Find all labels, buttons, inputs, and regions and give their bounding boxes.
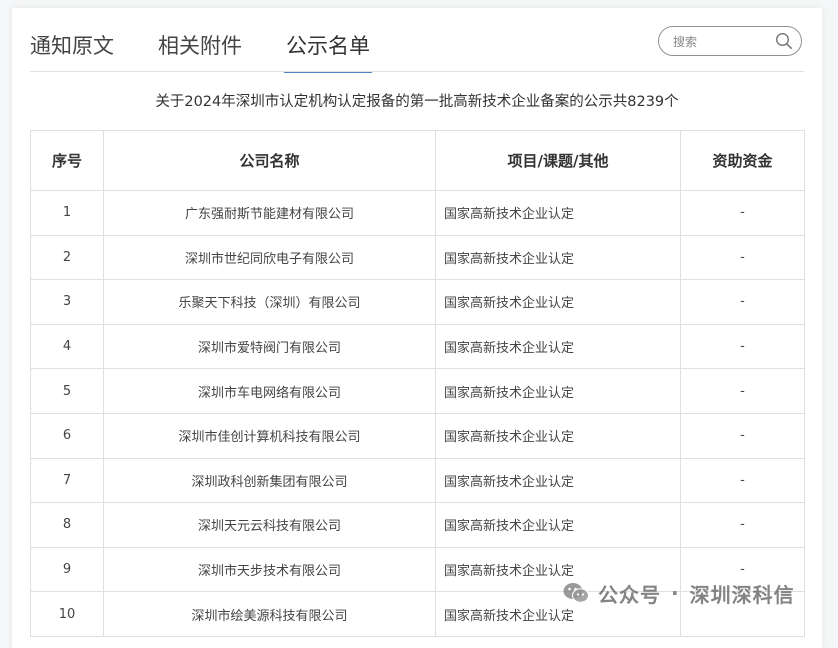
table-row: 7 深圳政科创新集团有限公司 国家高新技术企业认定 - (30, 457, 805, 504)
cell-project: 国家高新技术企业认定 (435, 457, 681, 504)
tab-public-list[interactable]: 公示名单 (284, 18, 372, 73)
cell-funding: - (680, 234, 805, 281)
cell-index: 8 (30, 502, 104, 548)
cell-index: 7 (30, 457, 104, 504)
cell-company: 深圳天元云科技有限公司 (103, 502, 436, 548)
cell-project: 国家高新技术企业认定 (435, 412, 681, 459)
cell-funding: - (680, 279, 805, 325)
tab-notice-original[interactable]: 通知原文 (30, 18, 114, 70)
watermark-separator: · (671, 581, 680, 605)
header-index: 序号 (30, 130, 104, 191)
wechat-icon (563, 583, 589, 603)
search-box (658, 26, 802, 56)
watermark: 公众号 · 深圳深科信 (562, 578, 795, 608)
table-row: 4 深圳市爱特阀门有限公司 国家高新技术企业认定 - (30, 323, 805, 370)
tab-bar: 通知原文 相关附件 公示名单 (30, 18, 414, 73)
cell-index: 4 (30, 323, 104, 370)
cell-funding: - (680, 412, 805, 459)
table-row: 8 深圳天元云科技有限公司 国家高新技术企业认定 - (30, 502, 805, 548)
cell-company: 深圳市车电网络有限公司 (103, 368, 436, 414)
table-header-row: 序号 公司名称 项目/课题/其他 资助资金 (30, 130, 805, 191)
cell-index: 10 (30, 591, 104, 637)
cell-company: 深圳市天步技术有限公司 (103, 546, 436, 593)
cell-company: 深圳政科创新集团有限公司 (103, 457, 436, 504)
public-list-table: 序号 公司名称 项目/课题/其他 资助资金 1 广东强耐斯节能建材有限公司 国家… (30, 130, 805, 637)
cell-funding: - (680, 323, 805, 370)
cell-funding: - (680, 502, 805, 548)
cell-index: 5 (30, 368, 104, 414)
header-project: 项目/课题/其他 (435, 130, 681, 191)
watermark-prefix: 公众号 (598, 582, 661, 607)
tab-attachments[interactable]: 相关附件 (158, 18, 242, 70)
cell-project: 国家高新技术企业认定 (435, 502, 681, 548)
cell-index: 9 (30, 546, 104, 593)
cell-project: 国家高新技术企业认定 (435, 190, 681, 236)
cell-index: 6 (30, 412, 104, 459)
cell-company: 广东强耐斯节能建材有限公司 (103, 190, 436, 236)
cell-funding: - (680, 190, 805, 236)
cell-project: 国家高新技术企业认定 (435, 323, 681, 370)
content-card: 通知原文 相关附件 公示名单 关于2024年深圳市认定机构认定报备的第一批高新技… (12, 8, 822, 648)
cell-company: 深圳市绘美源科技有限公司 (103, 591, 436, 637)
cell-company: 深圳市佳创计算机科技有限公司 (103, 412, 436, 459)
table-row: 5 深圳市车电网络有限公司 国家高新技术企业认定 - (30, 368, 805, 414)
cell-company: 深圳市世纪同欣电子有限公司 (103, 234, 436, 281)
search-input[interactable] (671, 32, 771, 52)
cell-company: 乐聚天下科技（深圳）有限公司 (103, 279, 436, 325)
cell-index: 3 (30, 279, 104, 325)
cell-project: 国家高新技术企业认定 (435, 368, 681, 414)
cell-index: 2 (30, 234, 104, 281)
table-row: 3 乐聚天下科技（深圳）有限公司 国家高新技术企业认定 - (30, 279, 805, 325)
table-row: 6 深圳市佳创计算机科技有限公司 国家高新技术企业认定 - (30, 412, 805, 459)
search-icon[interactable] (775, 32, 793, 50)
watermark-name: 深圳深科信 (689, 582, 795, 607)
cell-funding: - (680, 368, 805, 414)
cell-index: 1 (30, 190, 104, 236)
notice-title: 关于2024年深圳市认定机构认定报备的第一批高新技术企业备案的公示共8239个 (155, 94, 679, 110)
cell-company: 深圳市爱特阀门有限公司 (103, 323, 436, 370)
cell-project: 国家高新技术企业认定 (435, 279, 681, 325)
cell-project: 国家高新技术企业认定 (435, 234, 681, 281)
table-row: 1 广东强耐斯节能建材有限公司 国家高新技术企业认定 - (30, 190, 805, 236)
cell-funding: - (680, 457, 805, 504)
tab-divider (30, 71, 804, 72)
header-funding: 资助资金 (680, 130, 805, 191)
table-row: 2 深圳市世纪同欣电子有限公司 国家高新技术企业认定 - (30, 234, 805, 281)
header-company: 公司名称 (103, 130, 436, 191)
